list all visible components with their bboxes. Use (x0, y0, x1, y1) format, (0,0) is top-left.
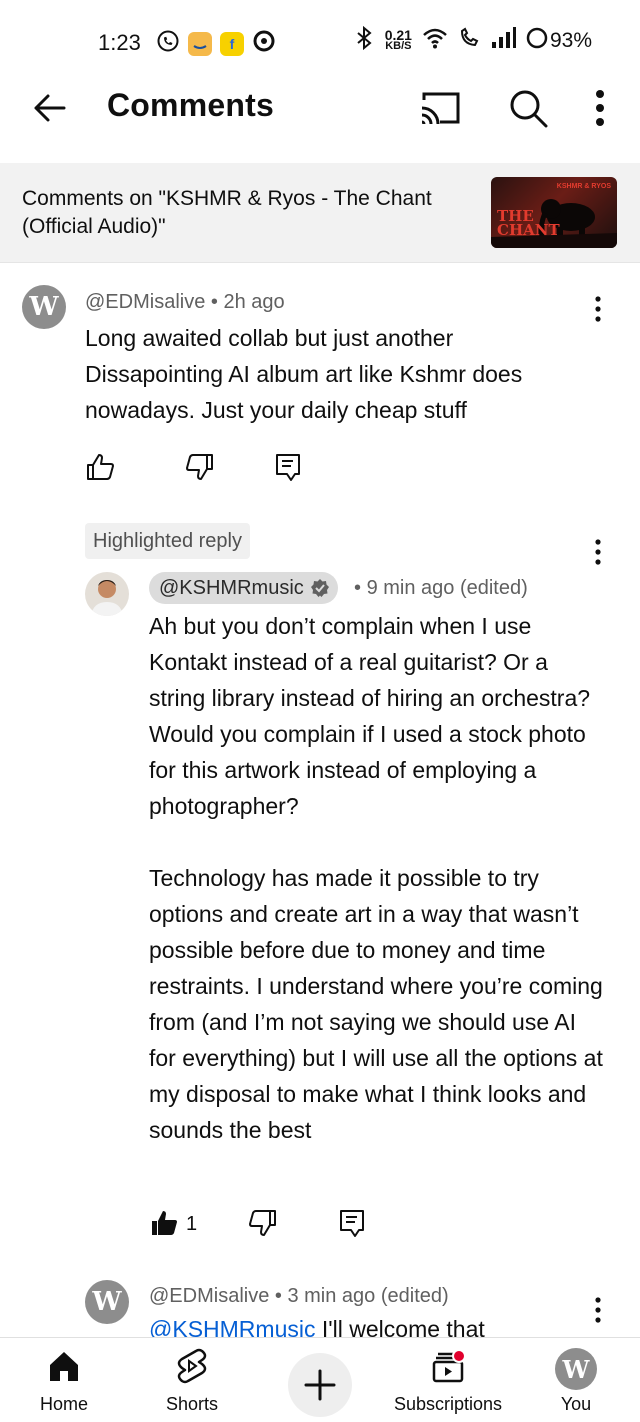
like-icon-filled[interactable] (149, 1208, 179, 1238)
reply-paragraph-2: Technology has made it possible to try o… (149, 865, 603, 1143)
nav-label-shorts: Shorts (165, 1394, 219, 1414)
reply-paragraph-1: Ah but you don’t complain when I use Kon… (149, 613, 591, 819)
reply-time: 9 min ago (edited) (366, 577, 528, 599)
status-time: 1:23 (98, 30, 141, 55)
avatar[interactable] (85, 572, 129, 616)
reply-text: Ah but you don’t complain when I use Kon… (149, 608, 604, 1148)
avatar[interactable]: W (85, 1280, 129, 1324)
nav-you[interactable]: W You (521, 1338, 631, 1422)
battery-percent: 93% (549, 29, 592, 52)
back-arrow-icon[interactable] (28, 86, 72, 130)
reply-more-icon[interactable] (588, 1292, 608, 1328)
reply-meta: • 9 min ago (edited) (354, 577, 528, 600)
dislike-icon[interactable] (185, 452, 215, 482)
more-options-icon[interactable] (584, 86, 616, 130)
like-icon[interactable] (85, 452, 115, 482)
network-speed: 0.21 KB/S (385, 28, 412, 52)
page-title: Comments (107, 87, 274, 123)
threads-icon (252, 29, 276, 58)
nav-label-home: Home (39, 1394, 88, 1414)
highlighted-reply-chip: Highlighted reply (85, 523, 250, 559)
meta-separator: • (210, 291, 224, 313)
reply-author: @KSHMRmusic (159, 577, 304, 599)
reply-icon[interactable] (273, 452, 303, 482)
reply-icon[interactable] (337, 1208, 367, 1238)
creator-author-chip[interactable]: @KSHMRmusic (149, 572, 338, 604)
system-icons: 0.21 KB/S 93% (353, 25, 592, 56)
video-title-label: Comments on "KSHMR & Ryos - The Chant (O… (22, 187, 432, 238)
dislike-icon[interactable] (248, 1208, 278, 1238)
reply-more-icon[interactable] (588, 534, 608, 570)
cast-icon[interactable] (418, 88, 462, 128)
thumbnail-title: THE CHANT (497, 207, 560, 239)
comment-author[interactable]: @EDMisalive (85, 291, 205, 313)
top-app-bar: Comments (0, 72, 640, 144)
comment-time: 2h ago (223, 291, 285, 313)
battery-icon (526, 27, 548, 55)
avatar[interactable]: W (22, 285, 66, 329)
account-avatar: W (555, 1348, 597, 1390)
search-icon[interactable] (506, 86, 550, 130)
wifi-calling-icon (458, 27, 480, 55)
subscriptions-icon (432, 1349, 466, 1383)
reply-meta: @EDMisalive • 3 min ago (edited) (149, 1285, 449, 1308)
reply-time: 3 min ago (edited) (287, 1285, 449, 1307)
meta-separator: • (354, 577, 367, 599)
wifi-icon (422, 27, 448, 55)
flipkart-app-icon: f (220, 31, 244, 56)
comment-text: Long awaited collab but just another Dis… (85, 325, 523, 423)
whatsapp-icon (156, 29, 180, 58)
nav-home[interactable]: Home (9, 1338, 119, 1422)
comment-meta: @EDMisalive • 2h ago (85, 291, 285, 314)
notification-icons: f (156, 29, 276, 58)
like-count: 1 (186, 1213, 198, 1235)
verified-badge-icon (310, 579, 329, 597)
plus-icon (304, 1369, 336, 1401)
nav-subscriptions[interactable]: Subscriptions (393, 1338, 503, 1422)
create-button[interactable] (288, 1353, 352, 1417)
shorts-icon (177, 1348, 207, 1384)
person-avatar-icon (91, 580, 123, 616)
signal-icon (490, 27, 516, 55)
nav-label-subscriptions: Subscriptions (393, 1394, 503, 1414)
home-icon (50, 1352, 78, 1381)
video-context-banner[interactable]: Comments on "KSHMR & Ryos - The Chant (O… (0, 163, 640, 263)
reply-author[interactable]: @EDMisalive (149, 1285, 269, 1307)
network-speed-unit: KB/S (385, 40, 412, 52)
video-thumbnail[interactable]: KSHMR & RYOS THE CHANT (491, 177, 617, 248)
nav-label-you: You (560, 1394, 592, 1414)
thumbnail-brand: KSHMR & RYOS (556, 183, 611, 190)
nav-shorts[interactable]: Shorts (137, 1338, 247, 1422)
meta-separator: • (274, 1285, 288, 1307)
bottom-navigation: Home Shorts Subscriptions W You (0, 1337, 640, 1422)
comment-more-icon[interactable] (588, 291, 608, 327)
amazon-app-icon (188, 31, 212, 56)
bluetooth-icon (353, 25, 375, 56)
